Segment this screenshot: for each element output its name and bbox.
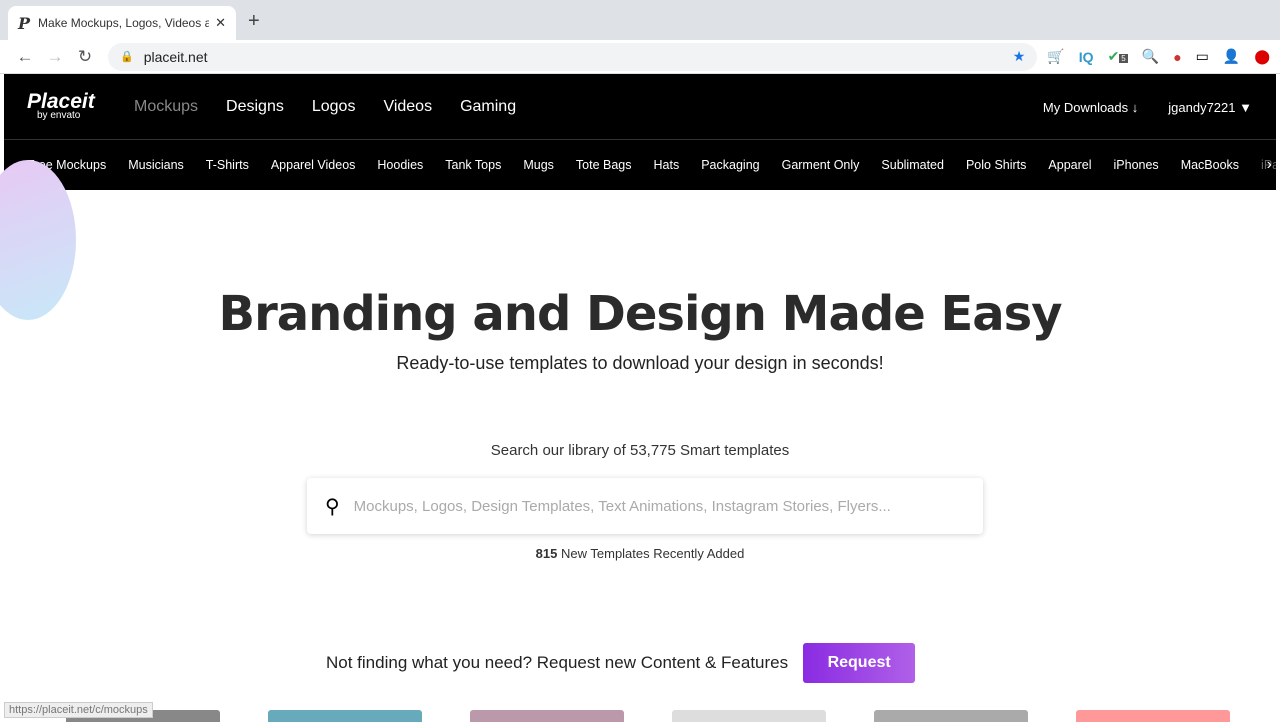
- username: jgandy7221: [1168, 100, 1236, 115]
- profile-avatar[interactable]: 👤: [1223, 48, 1240, 65]
- thumbnail[interactable]: [874, 710, 1028, 722]
- category-t-shirts[interactable]: T-Shirts: [206, 158, 249, 172]
- update-icon[interactable]: ⬤: [1254, 48, 1270, 65]
- tab-title: Make Mockups, Logos, Videos and Designs: [38, 16, 210, 30]
- category-hoodies[interactable]: Hoodies: [377, 158, 423, 172]
- k-extension-icon[interactable]: ●: [1173, 49, 1181, 65]
- placeit-logo[interactable]: Placeit by envato: [27, 90, 95, 121]
- site-header: Placeit by envato Mockups Designs Logos V…: [4, 74, 1276, 190]
- category-polo-shirts[interactable]: Polo Shirts: [966, 158, 1026, 172]
- user-menu[interactable]: jgandy7221 ▼: [1168, 100, 1252, 115]
- nav-mockups[interactable]: Mockups: [134, 98, 198, 116]
- search-icon: ⚲: [325, 495, 340, 518]
- search-extension-icon[interactable]: 🔍: [1142, 48, 1159, 65]
- status-bar-url: https://placeit.net/c/mockups: [4, 702, 153, 718]
- shield-extension-icon[interactable]: ✔ 5: [1108, 48, 1128, 65]
- thumbnail[interactable]: [1076, 710, 1230, 722]
- category-tank-tops[interactable]: Tank Tops: [445, 158, 501, 172]
- new-tab-button[interactable]: +: [248, 10, 260, 33]
- chevron-right-icon[interactable]: ›: [1267, 156, 1272, 174]
- my-downloads-link[interactable]: My Downloads ↓: [1043, 100, 1138, 115]
- tab-bar: P Make Mockups, Logos, Videos and Design…: [0, 0, 1280, 40]
- category-hats[interactable]: Hats: [654, 158, 680, 172]
- category-mugs[interactable]: Mugs: [523, 158, 554, 172]
- category-apparel[interactable]: Apparel: [1048, 158, 1091, 172]
- caret-down-icon: ▼: [1239, 100, 1252, 115]
- back-icon[interactable]: ←: [10, 47, 40, 67]
- category-musicians[interactable]: Musicians: [128, 158, 184, 172]
- category-sublimated[interactable]: Sublimated: [881, 158, 944, 172]
- category-iphones[interactable]: iPhones: [1114, 158, 1159, 172]
- thumbnail[interactable]: [470, 710, 624, 722]
- forward-icon[interactable]: →: [40, 47, 70, 67]
- browser-toolbar: ← → ↻ 🔒 placeit.net ★ 🛒 IQ ✔ 5 🔍 ● ▭ 👤 ⬤: [0, 40, 1280, 74]
- address-bar[interactable]: 🔒 placeit.net ★: [108, 42, 1038, 71]
- url-text: placeit.net: [143, 48, 208, 65]
- nav-gaming[interactable]: Gaming: [460, 98, 516, 116]
- category-macbooks[interactable]: MacBooks: [1181, 158, 1239, 172]
- lock-icon: 🔒: [120, 51, 134, 63]
- library-count: Search our library of 53,775 Smart templ…: [490, 442, 790, 459]
- thumbnail[interactable]: [672, 710, 826, 722]
- template-thumbnails: [66, 710, 1230, 722]
- extension-badge: 5: [1119, 54, 1128, 63]
- search-box: ⚲: [307, 478, 983, 534]
- category-nav: Free Mockups Musicians T-Shirts Apparel Vid…: [4, 139, 1276, 190]
- nav-logos[interactable]: Logos: [312, 98, 356, 116]
- search-input[interactable]: [353, 497, 983, 515]
- nav-videos[interactable]: Videos: [383, 98, 432, 116]
- nav-designs[interactable]: Designs: [226, 98, 284, 116]
- category-packaging[interactable]: Packaging: [701, 158, 759, 172]
- thumbnail[interactable]: [268, 710, 422, 722]
- extensions: 🛒 IQ ✔ 5 🔍 ● ▭ 👤 ⬤: [1047, 48, 1270, 65]
- request-button[interactable]: Request: [803, 643, 916, 683]
- recently-added: 815 New Templates Recently Added: [0, 546, 1280, 561]
- hero-title: Branding and Design Made Easy: [218, 286, 1063, 342]
- iq-extension-icon[interactable]: IQ: [1079, 49, 1094, 65]
- recent-count: 815: [535, 546, 558, 561]
- bookmark-star-icon[interactable]: ★: [1013, 48, 1026, 65]
- browser-tab[interactable]: P Make Mockups, Logos, Videos and Design…: [8, 6, 236, 40]
- cast-icon[interactable]: ▭: [1196, 48, 1209, 65]
- request-section: Not finding what you need? Request new C…: [326, 643, 916, 683]
- close-tab-icon[interactable]: ✕: [215, 15, 226, 31]
- hero-subtitle: Ready-to-use templates to download your …: [396, 353, 884, 373]
- cart-extension-icon[interactable]: 🛒: [1047, 48, 1064, 65]
- placeit-favicon-icon: P: [18, 13, 31, 33]
- account-area: My Downloads ↓ jgandy7221 ▼: [1043, 100, 1252, 115]
- category-apparel-videos[interactable]: Apparel Videos: [271, 158, 356, 172]
- request-text: Not finding what you need? Request new C…: [326, 653, 789, 672]
- reload-icon[interactable]: ↻: [70, 47, 100, 67]
- recent-text: New Templates Recently Added: [561, 546, 745, 561]
- category-garment-only[interactable]: Garment Only: [782, 158, 860, 172]
- main-nav: Mockups Designs Logos Videos Gaming: [134, 98, 516, 116]
- category-tote-bags[interactable]: Tote Bags: [576, 158, 632, 172]
